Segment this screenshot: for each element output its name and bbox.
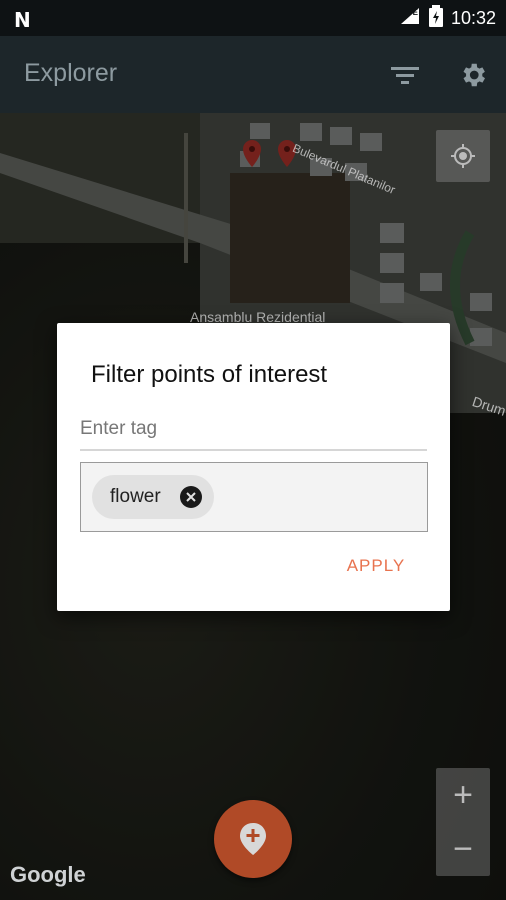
google-attribution: Google — [10, 862, 86, 887]
dialog-title: Filter points of interest — [91, 361, 328, 388]
battery-icon — [428, 4, 443, 32]
crosshair-icon — [451, 144, 475, 168]
gear-icon — [463, 63, 485, 87]
filter-dialog: Filter points of interest flower APPLY — [57, 323, 450, 611]
zoom-in-button[interactable]: + — [436, 768, 490, 822]
zoom-controls: + − — [436, 768, 490, 876]
app-title: Explorer — [24, 59, 118, 87]
status-icons: LTE 10:32 — [399, 0, 496, 36]
add-place-button[interactable] — [214, 800, 292, 878]
status-bar: N LTE 10:32 — [0, 0, 506, 36]
network-type: LTE — [403, 8, 418, 17]
zoom-out-button[interactable]: − — [436, 822, 490, 876]
carrier-logo: N — [14, 8, 31, 32]
tag-input[interactable] — [80, 411, 427, 447]
filter-icon — [391, 67, 419, 84]
settings-button[interactable] — [454, 56, 492, 94]
my-location-button[interactable] — [436, 130, 490, 182]
tag-chips-area: flower — [80, 462, 428, 532]
chip-label: flower — [110, 486, 161, 507]
filter-button[interactable] — [386, 56, 424, 94]
clock: 10:32 — [450, 7, 496, 28]
add-location-icon — [240, 823, 266, 855]
input-underline — [80, 449, 427, 451]
apply-button[interactable]: APPLY — [321, 551, 431, 581]
close-icon[interactable] — [180, 486, 202, 508]
app-bar: Explorer — [0, 36, 506, 113]
tag-chip[interactable]: flower — [92, 475, 214, 519]
